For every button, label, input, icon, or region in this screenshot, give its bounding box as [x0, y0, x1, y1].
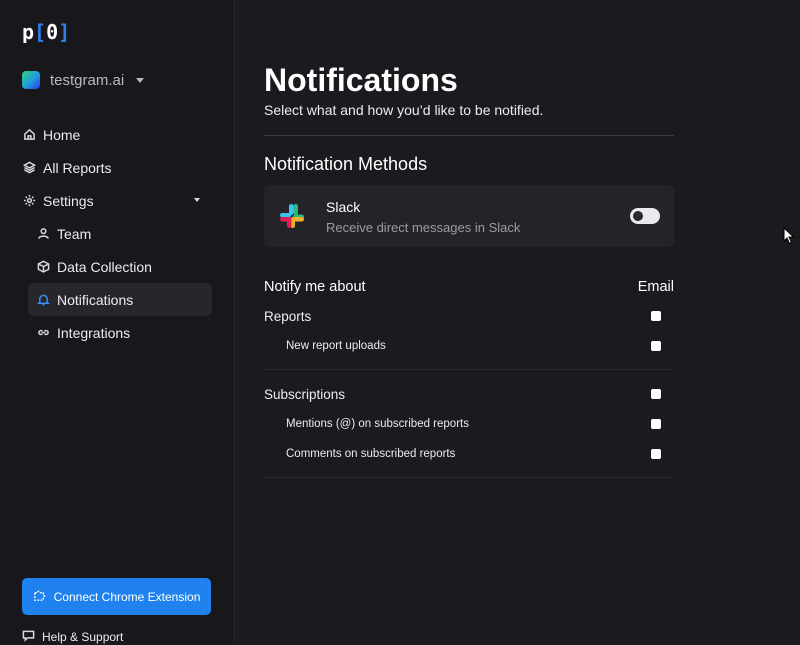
sidebar-item-label: Settings: [43, 192, 94, 209]
sidebar-item-label: Data Collection: [57, 258, 152, 275]
main-content: Notifications Select what and how you’d …: [264, 62, 674, 478]
row-label: Subscriptions: [264, 386, 346, 402]
sidebar-item-notifications[interactable]: Notifications: [28, 283, 212, 316]
reports-email-checkbox[interactable]: [651, 311, 661, 321]
help-label: Help & Support: [42, 630, 124, 644]
logo-digit: 0: [46, 20, 59, 44]
list-item: Comments on subscribed reports: [264, 439, 674, 469]
sidebar-item-label: All Reports: [43, 159, 112, 176]
workspace-avatar: [22, 71, 40, 89]
sidebar-item-team[interactable]: Team: [36, 217, 212, 250]
chevron-down-icon: [194, 198, 200, 202]
list-item: New report uploads: [264, 331, 674, 361]
app-logo[interactable]: p[0]: [22, 20, 70, 44]
settings-submenu: Team Data Collection Notifications Integ…: [22, 217, 212, 349]
row-label: Comments on subscribed reports: [286, 448, 456, 460]
sidebar-item-label: Team: [57, 225, 92, 242]
link-icon: [36, 326, 50, 340]
slack-name: Slack: [326, 199, 361, 215]
workspace-name: testgram.ai: [50, 71, 125, 89]
workspace-switcher[interactable]: testgram.ai: [22, 71, 145, 89]
logo-bracket-left: [: [34, 20, 47, 44]
comments-email-checkbox[interactable]: [651, 449, 661, 459]
notify-groups: Reports New report uploads Subscriptions…: [264, 301, 674, 478]
row-label: New report uploads: [286, 340, 386, 352]
logo-bracket-right: ]: [58, 20, 71, 44]
page-subtitle: Select what and how you’d like to be not…: [264, 102, 544, 118]
sidebar-item-settings[interactable]: Settings: [22, 184, 212, 217]
new-report-uploads-email-checkbox[interactable]: [651, 341, 661, 351]
list-item: Subscriptions: [264, 379, 674, 409]
slack-toggle[interactable]: [630, 208, 660, 224]
page-title: Notifications: [264, 62, 458, 98]
caret-down-icon: [136, 77, 145, 83]
section-heading-methods: Notification Methods: [264, 154, 428, 174]
email-column-header: Email: [637, 279, 674, 295]
user-icon: [36, 227, 50, 241]
mentions-email-checkbox[interactable]: [651, 419, 661, 429]
subscriptions-email-checkbox[interactable]: [651, 389, 661, 399]
layers-icon: [22, 161, 36, 175]
sidebar-item-integrations[interactable]: Integrations: [36, 316, 212, 349]
sidebar-item-data-collection[interactable]: Data Collection: [36, 250, 212, 283]
divider: [264, 135, 674, 136]
mouse-cursor-icon: [783, 227, 795, 245]
list-item: Mentions (@) on subscribed reports: [264, 409, 674, 439]
sidebar-item-all-reports[interactable]: All Reports: [22, 151, 212, 184]
slack-description: Receive direct messages in Slack: [326, 220, 521, 235]
group-subscriptions: Subscriptions Mentions (@) on subscribed…: [264, 379, 674, 478]
cube-icon: [36, 260, 50, 274]
bell-icon: [36, 293, 50, 307]
sidebar-item-label: Integrations: [57, 324, 131, 341]
row-label: Reports: [264, 308, 312, 324]
group-reports: Reports New report uploads: [264, 301, 674, 370]
toggle-knob: [633, 211, 643, 221]
connect-chrome-extension-button[interactable]: Connect Chrome Extension: [22, 578, 211, 615]
sidebar-nav: Home All Reports Settings Team Data Coll…: [22, 118, 212, 349]
puzzle-icon: [33, 589, 46, 605]
notify-heading: Notify me about: [264, 279, 366, 295]
sidebar: p[0] testgram.ai Home All Reports Settin…: [0, 0, 235, 644]
slack-icon: [280, 204, 304, 228]
list-item: Reports: [264, 301, 674, 331]
home-icon: [22, 128, 36, 142]
gear-icon: [22, 194, 36, 208]
row-label: Mentions (@) on subscribed reports: [286, 418, 469, 430]
sidebar-item-label: Notifications: [57, 291, 134, 308]
sidebar-item-label: Home: [43, 126, 81, 143]
sidebar-item-home[interactable]: Home: [22, 118, 212, 151]
cta-label: Connect Chrome Extension: [53, 589, 201, 604]
logo-letter: p: [22, 20, 35, 44]
slack-method-card: Slack Receive direct messages in Slack: [264, 185, 674, 247]
notify-header: Notify me about Email: [264, 279, 674, 295]
